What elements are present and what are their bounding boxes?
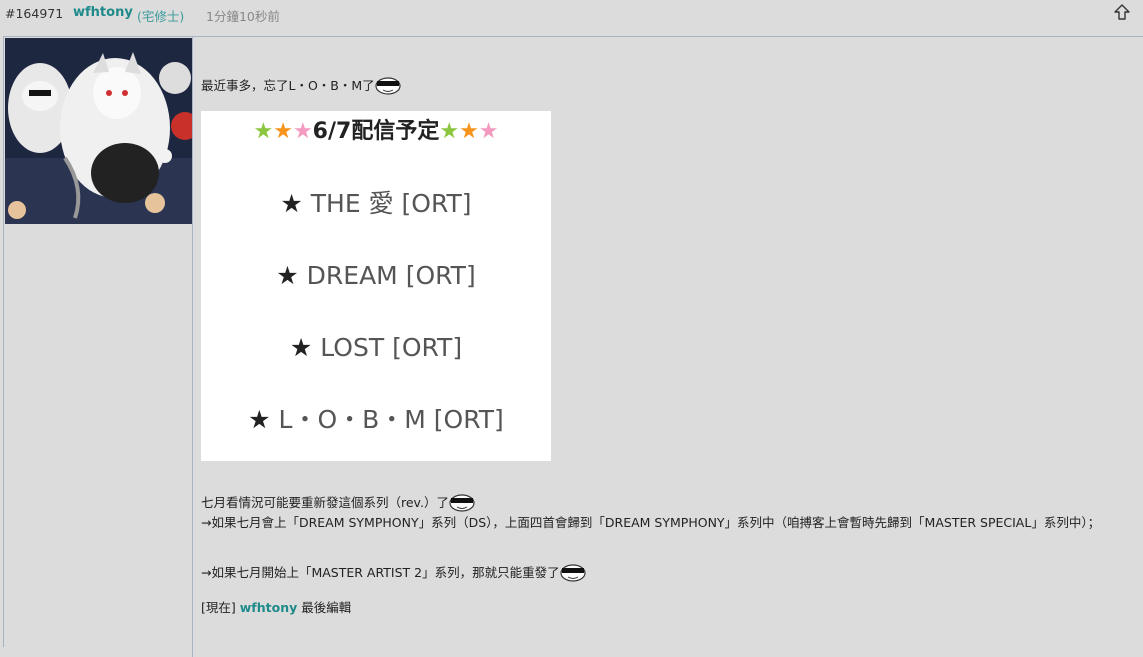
edit-note: [現在] wfhtony 最後編輯 [201, 599, 351, 617]
avatar-column [4, 37, 193, 657]
edit-prefix: [現在] [201, 600, 236, 615]
schedule-item: ★ DREAM [ORT] [276, 261, 476, 290]
schedule-title: ★★★6/7配信予定★★★ [253, 119, 499, 144]
edit-suffix: 最後編輯 [301, 600, 352, 615]
sunglasses-emoticon-icon [449, 492, 475, 512]
schedule-item: ★ L・O・B・M [ORT] [248, 405, 504, 434]
post-body: 最近事多，忘了L・O・B・M了 ★★★6/7配信予定★★★ ★ THE 愛 [O… [3, 36, 1143, 657]
post-text: →如果七月開始上「MASTER ARTIST 2」系列，那就只能重發了 [201, 565, 560, 580]
post-line: →如果七月開始上「MASTER ARTIST 2」系列，那就只能重發了 [201, 562, 586, 582]
post-line: 最近事多，忘了L・O・B・M了 [201, 75, 401, 95]
editor-username-link[interactable]: wfhtony [240, 600, 298, 615]
post-header: #164971 wfhtony (宅修士) 1分鐘10秒前 [0, 0, 1143, 28]
avatar[interactable] [5, 38, 192, 224]
arrow-up-outline-icon[interactable] [1110, 1, 1134, 23]
post-text: 七月看情況可能要重新發這個系列（rev.）了 [201, 495, 449, 510]
post-id[interactable]: #164971 [5, 6, 63, 21]
sunglasses-emoticon-icon [559, 562, 586, 582]
user-rank: (宅修士) [137, 9, 185, 24]
schedule-item: ★ LOST [ORT] [289, 333, 463, 362]
post-time: 1分鐘10秒前 [206, 9, 280, 24]
sunglasses-emoticon-icon [375, 75, 401, 95]
username-link[interactable]: wfhtony [73, 5, 133, 20]
post-text: →如果七月會上「DREAM SYMPHONY」系列（DS），上面四首會歸到「DR… [201, 515, 1101, 530]
schedule-image[interactable]: ★★★6/7配信予定★★★ ★ THE 愛 [ORT] ★ DREAM [ORT… [201, 111, 551, 461]
schedule-item: ★ THE 愛 [ORT] [280, 189, 472, 218]
post-text: 最近事多，忘了L・O・B・M了 [201, 78, 375, 93]
post-line: 七月看情況可能要重新發這個系列（rev.）了 [201, 492, 475, 512]
